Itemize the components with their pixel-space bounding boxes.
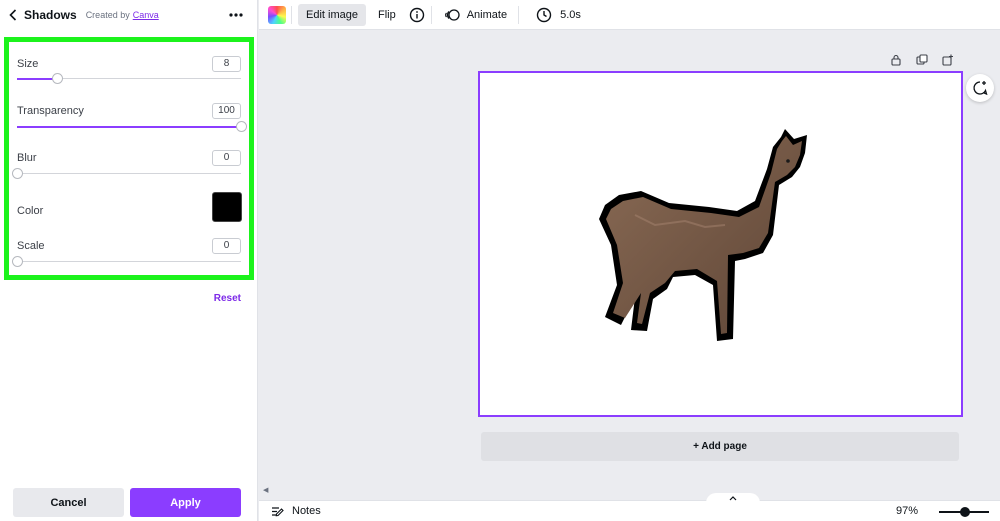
transparency-slider[interactable] <box>17 121 247 132</box>
duration-button[interactable]: 5.0s <box>530 4 587 26</box>
page-actions <box>890 53 954 66</box>
panel-title: Shadows <box>24 8 77 22</box>
top-toolbar: Edit image Flip Animate 5.0s <box>259 0 1000 30</box>
more-horizontal-icon[interactable] <box>226 6 246 24</box>
chevron-left-icon[interactable] <box>6 7 20 23</box>
transparency-value-input[interactable]: 100 <box>212 103 241 119</box>
scale-slider[interactable] <box>11 256 241 267</box>
blur-slider[interactable] <box>11 168 241 179</box>
panel-header: Shadows Created by Canva <box>0 0 258 30</box>
notes-icon <box>272 506 284 516</box>
duration-label: 5.0s <box>560 8 581 21</box>
alpaca-image[interactable] <box>595 125 820 345</box>
blur-value-input[interactable]: 0 <box>212 150 241 166</box>
scale-value-input[interactable]: 0 <box>212 238 241 254</box>
transparency-label: Transparency <box>17 105 84 117</box>
transparency-slider-thumb[interactable] <box>235 121 247 132</box>
blur-label: Blur <box>17 152 37 164</box>
flip-button[interactable]: Flip <box>372 4 402 26</box>
shadow-settings-highlight: Size 8 Transparency 100 Blur 0 Color Sca… <box>4 37 254 280</box>
animate-label: Animate <box>466 8 508 21</box>
created-by-prefix: Created by <box>85 10 130 20</box>
toolbar-divider <box>518 5 520 24</box>
reset-button[interactable]: Reset <box>214 293 241 304</box>
add-page-icon[interactable] <box>942 53 954 66</box>
chevron-up-icon[interactable] <box>706 493 760 503</box>
shadow-color-swatch[interactable] <box>212 192 242 222</box>
transparency-slider-fill <box>17 125 241 128</box>
edit-image-button[interactable]: Edit image <box>298 3 366 26</box>
scale-slider-thumb[interactable] <box>11 256 23 267</box>
apply-button[interactable]: Apply <box>130 488 241 517</box>
animate-icon <box>444 8 460 21</box>
created-by: Created by Canva <box>86 10 159 20</box>
notes-button[interactable]: Notes <box>271 505 321 517</box>
shadows-panel: Shadows Created by Canva Size 8 Transpare… <box>0 0 258 521</box>
notes-label: Notes <box>292 505 321 517</box>
zoom-slider[interactable] <box>939 507 989 517</box>
design-page[interactable] <box>478 71 963 417</box>
info-icon[interactable] <box>408 6 426 24</box>
horizontal-scrollbar[interactable] <box>272 489 1000 494</box>
color-label: Color <box>17 205 44 217</box>
zoom-level[interactable]: 97% <box>896 505 918 517</box>
clock-icon <box>536 7 552 22</box>
scale-label: Scale <box>17 240 45 252</box>
duplicate-icon[interactable] <box>916 53 928 65</box>
zoom-slider-thumb[interactable] <box>960 507 970 517</box>
lock-icon[interactable] <box>890 53 902 66</box>
size-label: Size <box>17 58 39 70</box>
size-value-input[interactable]: 8 <box>212 56 241 72</box>
scroll-left-icon[interactable]: ◀ <box>263 486 268 494</box>
toolbar-divider <box>291 5 292 24</box>
add-comment-icon[interactable] <box>966 74 994 102</box>
creator-link[interactable]: Canva <box>133 10 159 20</box>
animate-button[interactable]: Animate <box>439 4 513 26</box>
blur-slider-thumb[interactable] <box>11 168 23 179</box>
size-slider[interactable] <box>17 73 241 84</box>
bottom-bar: Notes 97% <box>259 493 1000 521</box>
size-slider-thumb[interactable] <box>51 73 63 84</box>
rainbow-color-icon[interactable] <box>268 5 286 24</box>
toolbar-divider <box>430 5 432 24</box>
add-page-button[interactable]: + Add page <box>481 432 959 461</box>
cancel-button[interactable]: Cancel <box>13 488 124 517</box>
